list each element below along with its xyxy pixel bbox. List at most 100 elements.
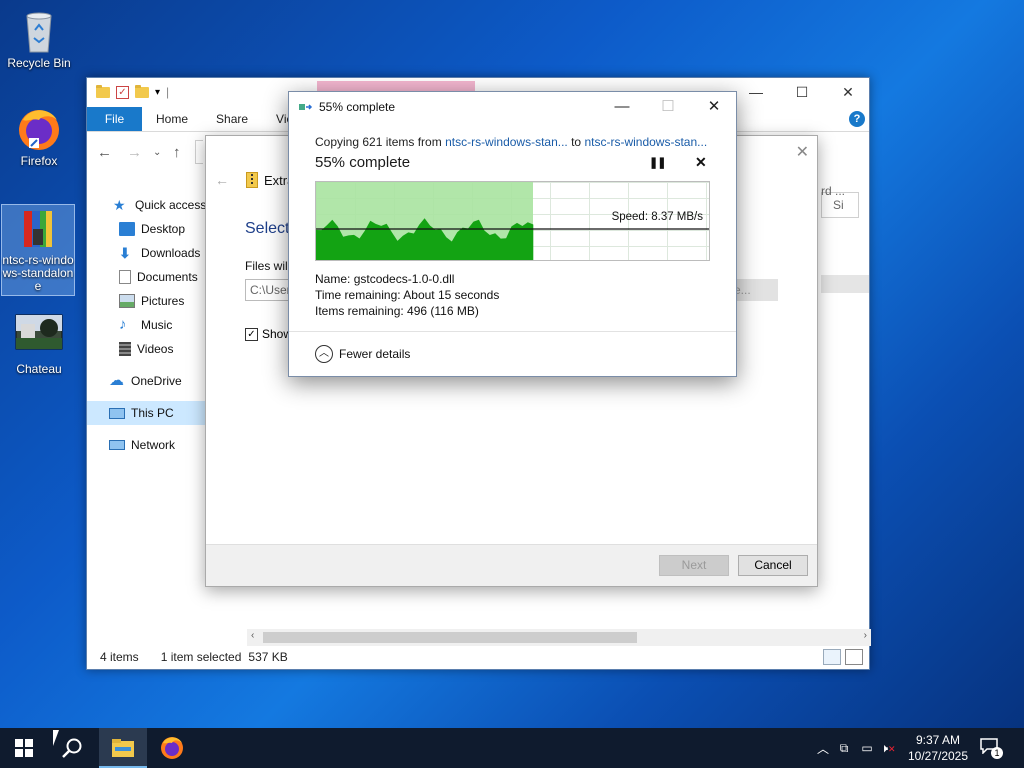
recent-locations-chevron-icon[interactable]: ⌄ (153, 147, 161, 158)
close-button[interactable]: ✕ (825, 78, 871, 107)
desktop-icon (119, 222, 135, 236)
chevron-up-icon[interactable]: ︿ (315, 345, 333, 363)
fewer-details-toggle[interactable]: ︿ Fewer details (315, 345, 410, 363)
divider (289, 331, 736, 332)
status-item-count: 4 items (100, 650, 139, 664)
volume-muted-icon[interactable]: 🕨✕ (878, 741, 898, 756)
sidebar-item-pictures[interactable]: Pictures (87, 289, 207, 313)
desktop-icon-firefox[interactable]: Firefox (2, 106, 76, 168)
time-remaining-value: About 15 seconds (403, 288, 500, 302)
star-icon: ★ (113, 197, 126, 213)
title-separator: | (166, 85, 170, 99)
details-view-button[interactable] (823, 649, 841, 665)
properties-icon[interactable]: ✓ (116, 85, 129, 99)
taskbar-file-explorer[interactable] (99, 728, 147, 768)
network-icon[interactable]: ▭ (856, 741, 878, 755)
windows-logo-icon (15, 739, 33, 757)
cancel-copy-icon[interactable]: ✕ (695, 154, 707, 171)
close-button[interactable]: ✕ (691, 92, 737, 121)
music-note-icon: ♪ (119, 316, 127, 333)
next-button[interactable]: Next (659, 555, 729, 576)
back-arrow-icon[interactable]: ← (97, 144, 112, 161)
checkbox-checked-icon[interactable]: ✓ (245, 327, 258, 341)
speed-readout: Speed: 8.37 MB/s (611, 211, 703, 223)
scroll-right-arrow-icon[interactable]: › (864, 630, 867, 641)
desktop-icon-label: Firefox (20, 154, 58, 168)
meet-now-icon[interactable]: ⧉ (832, 741, 856, 756)
desktop-icon-label: Recycle Bin (7, 56, 71, 70)
tab-file[interactable]: File (87, 107, 142, 131)
minimize-button[interactable]: — (599, 92, 645, 121)
desktop-icon-chateau[interactable]: Chateau (2, 314, 76, 376)
zip-folder-icon (246, 172, 258, 188)
destination-link[interactable]: ntsc-rs-windows-stan... (584, 135, 707, 149)
copy-dialog-title-bar: 55% complete — ☐ ✕ (289, 92, 736, 121)
sidebar-item-downloads[interactable]: ⬇ Downloads (87, 241, 207, 265)
title-highlight (317, 81, 475, 91)
forward-arrow-icon[interactable]: → (127, 144, 142, 161)
computer-icon (109, 407, 125, 419)
desktop-icon-label: Chateau (16, 362, 62, 376)
column-header-partial[interactable]: rd ... Si (821, 184, 869, 212)
desktop-icon-ntsc-rs[interactable]: ntsc-rs-windows-standalone (1, 204, 75, 296)
network-icon (109, 440, 125, 450)
action-center-button[interactable]: 1 (980, 738, 1004, 759)
cancel-button[interactable]: Cancel (738, 555, 808, 576)
sidebar-item-videos[interactable]: Videos (87, 337, 207, 361)
desktop-icon-recycle-bin[interactable]: Recycle Bin (2, 8, 76, 70)
scrollbar-thumb[interactable] (263, 632, 637, 643)
taskbar-firefox[interactable] (148, 728, 196, 768)
address-bar[interactable] (195, 140, 203, 164)
items-remaining-label: Items remaining: (315, 304, 404, 318)
download-arrow-icon: ⬇ (119, 245, 131, 261)
large-icons-view-button[interactable] (845, 649, 863, 665)
new-folder-icon[interactable] (135, 84, 149, 98)
clock-time: 9:37 AM (915, 733, 961, 747)
file-explorer-icon (112, 739, 134, 757)
close-icon[interactable]: ✕ (796, 142, 809, 162)
sidebar-item-this-pc[interactable]: This PC (87, 401, 207, 425)
wizard-footer: Next Cancel (206, 544, 817, 586)
column-header-label: Si (833, 198, 844, 212)
sidebar-item-quick-access[interactable]: ★ Quick access (87, 193, 207, 217)
firefox-icon (161, 737, 183, 759)
selected-row-highlight (821, 275, 869, 293)
sidebar-item-desktop[interactable]: Desktop (87, 217, 207, 241)
help-icon[interactable]: ? (849, 111, 865, 127)
sidebar-item-label: Music (141, 318, 173, 332)
time-remaining-row: Time remaining: About 15 seconds (315, 287, 499, 303)
pictures-icon (119, 294, 135, 308)
firefox-icon (15, 106, 63, 152)
sidebar-item-label: Downloads (141, 246, 201, 260)
maximize-button[interactable]: ☐ (779, 78, 825, 107)
start-button[interactable] (0, 728, 48, 768)
destination-label: Files will (245, 259, 291, 273)
copy-details: Name: gstcodecs-1.0-0.dll Time remaining… (315, 271, 499, 319)
copy-description: Copying 621 items from ntsc-rs-windows-s… (315, 135, 707, 149)
maximize-button: ☐ (661, 98, 675, 115)
back-arrow-icon[interactable]: ← (215, 172, 229, 188)
taskbar-clock[interactable]: 9:37 AM 10/27/2025 (898, 732, 978, 764)
source-link[interactable]: ntsc-rs-windows-stan... (445, 135, 568, 149)
items-remaining-value: 496 (116 MB) (407, 304, 479, 318)
show-hidden-icons-chevron-icon[interactable]: ︿ (814, 740, 832, 757)
up-arrow-icon[interactable]: ↑ (173, 144, 181, 161)
tab-home[interactable]: Home (142, 107, 202, 131)
customize-quick-access-icon[interactable]: ▾ (155, 87, 160, 98)
sidebar-item-documents[interactable]: Documents (87, 265, 207, 289)
minimize-button[interactable]: — (733, 78, 779, 107)
sidebar-item-music[interactable]: ♪ Music (87, 313, 207, 337)
cloud-icon: ☁ (109, 372, 124, 389)
show-files-checkbox[interactable]: ✓ Show (245, 327, 292, 341)
sidebar-item-onedrive[interactable]: ☁ OneDrive (87, 369, 207, 393)
status-selected-count: 1 item selected (160, 650, 242, 664)
sidebar-item-network[interactable]: Network (87, 433, 207, 457)
wizard-heading: Select (245, 220, 290, 237)
desktop-icon-label: ntsc-rs-windows-standalone (2, 253, 74, 293)
horizontal-scrollbar[interactable]: ‹ › (247, 629, 871, 646)
scroll-left-arrow-icon[interactable]: ‹ (251, 630, 254, 641)
pause-icon[interactable]: ❚❚ (649, 156, 666, 169)
sidebar-item-label: OneDrive (131, 374, 182, 388)
tab-share[interactable]: Share (202, 107, 262, 131)
copy-prefix-text: Copying 621 items from (315, 135, 446, 149)
